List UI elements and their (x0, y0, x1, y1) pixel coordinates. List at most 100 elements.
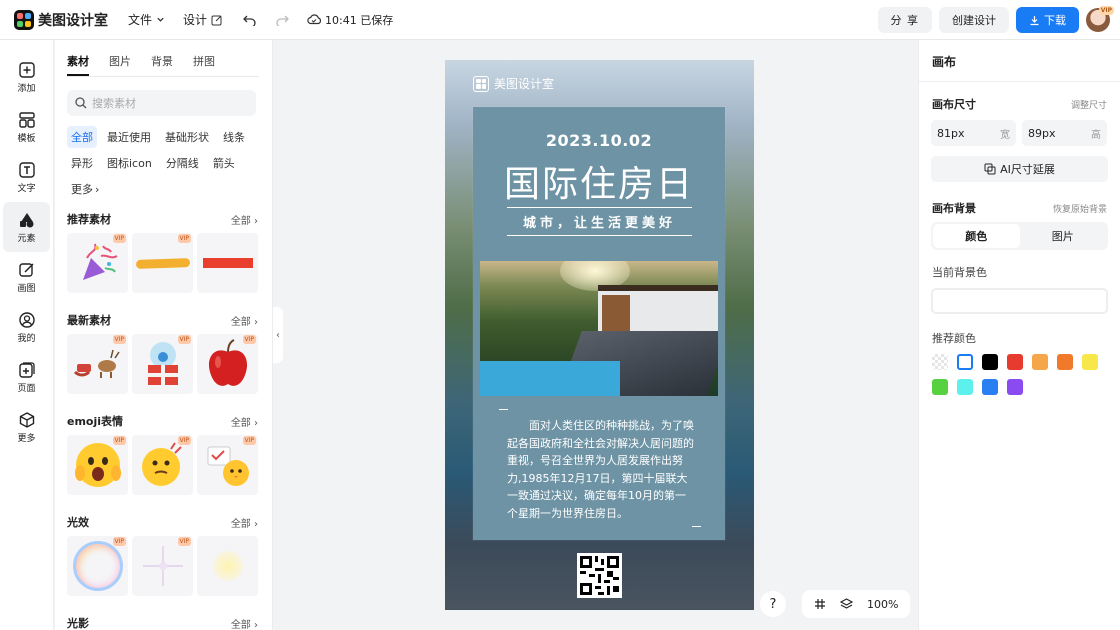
share-button[interactable]: 分 享 (877, 7, 932, 33)
color-swatch[interactable] (982, 354, 998, 370)
chip-arrows[interactable]: 箭头 (209, 152, 239, 174)
color-swatch[interactable] (1082, 354, 1098, 370)
section-all-link[interactable]: 全部 › (231, 515, 258, 530)
color-swatch[interactable] (957, 354, 973, 370)
chip-more[interactable]: 更多 › (67, 178, 103, 200)
plus-square-icon (18, 61, 35, 78)
asset-emoji-shocked[interactable]: VIP (67, 435, 128, 495)
layers-icon[interactable] (840, 598, 853, 610)
current-bg-swatch[interactable] (931, 288, 1108, 314)
chip-icons[interactable]: 图标icon (103, 152, 156, 174)
asset-glow[interactable] (197, 536, 258, 596)
recommended-label: 推荐颜色 (932, 332, 976, 345)
nav-more[interactable]: 更多 (0, 402, 53, 452)
chip-irregular[interactable]: 异形 (67, 152, 97, 174)
redo-button[interactable] (273, 11, 291, 29)
poster-subtitle[interactable]: 城市，让生活更美好 (507, 207, 692, 236)
color-swatch[interactable] (932, 354, 948, 370)
help-button[interactable]: ? (760, 591, 786, 617)
create-design-button[interactable]: 创建设计 (939, 7, 1009, 33)
nav-elements[interactable]: 元素 (3, 202, 50, 252)
design-canvas[interactable]: 美图设计室 2023.10.02 国际住房日 城市，让生活更美好 面对人类住区的… (445, 60, 754, 610)
ai-extend-button[interactable]: AI尺寸延展 (931, 156, 1108, 182)
chip-basic-shapes[interactable]: 基础形状 (161, 126, 213, 148)
color-swatch[interactable] (1007, 379, 1023, 395)
chip-recent[interactable]: 最近使用 (103, 126, 155, 148)
nav-text[interactable]: 文字 (0, 152, 53, 202)
nav-template[interactable]: 模板 (0, 102, 53, 152)
nav-page[interactable]: 页面 (0, 352, 53, 402)
app-logo[interactable]: 美图设计室 (14, 9, 108, 30)
zoom-level[interactable]: 100% (867, 598, 898, 611)
asset-reindeer-sleigh[interactable]: VIP (67, 334, 128, 394)
canvas-brand: 美图设计室 (473, 75, 554, 92)
template-icon (18, 111, 35, 128)
design-menu[interactable]: 设计 (183, 11, 223, 28)
width-input[interactable]: 81px 宽 (931, 120, 1016, 146)
asset-emoji-thinking[interactable]: VIP (132, 435, 193, 495)
reset-bg-link[interactable]: 恢复原始背景 (1053, 202, 1107, 215)
qr-code[interactable] (577, 553, 622, 598)
asset-red-apple[interactable]: VIP (197, 334, 258, 394)
section-title: 最新素材 (67, 314, 111, 327)
adjust-size-link[interactable]: 调整尺寸 (1071, 98, 1107, 111)
current-bg-label: 当前背景色 (932, 266, 987, 279)
nav-draw[interactable]: 画图 (0, 252, 53, 302)
section-all-link[interactable]: 全部 › (231, 313, 258, 328)
download-button[interactable]: 下载 (1016, 7, 1079, 33)
chevron-right-icon: › (95, 182, 100, 196)
bg-image-tab[interactable]: 图片 (1020, 224, 1107, 248)
height-unit: 高 (1091, 129, 1101, 141)
asset-bubble[interactable]: VIP (67, 536, 128, 596)
design-menu-label: 设计 (183, 13, 208, 27)
draw-icon (18, 262, 34, 277)
tab-images[interactable]: 图片 (109, 53, 131, 76)
nav-mine[interactable]: 我的 (0, 302, 53, 352)
vip-badge: VIP (112, 234, 126, 243)
asset-sparkle[interactable]: VIP (132, 536, 193, 596)
section-all-link[interactable]: 全部 › (231, 212, 258, 227)
tab-backgrounds[interactable]: 背景 (151, 53, 173, 76)
canvas-brand-text: 美图设计室 (494, 77, 555, 91)
tab-collage[interactable]: 拼图 (193, 53, 215, 76)
poster-headline[interactable]: 国际住房日 (473, 155, 725, 207)
search-input[interactable]: 搜索素材 (67, 90, 256, 116)
width-unit: 宽 (1000, 129, 1010, 141)
undo-button[interactable] (241, 11, 259, 29)
tab-materials[interactable]: 素材 (67, 53, 89, 76)
section-all-link[interactable]: 全部 › (231, 616, 258, 630)
user-avatar[interactable]: VIP (1086, 6, 1114, 32)
file-menu[interactable]: 文件 (128, 11, 165, 28)
save-status-text: 10:41 已保存 (325, 13, 394, 27)
color-swatch[interactable] (982, 379, 998, 395)
all-label: 全部 (230, 417, 251, 429)
shapes-icon (19, 212, 33, 227)
nav-add[interactable]: 添加 (0, 52, 53, 102)
chip-all[interactable]: 全部 (67, 126, 97, 148)
color-swatch[interactable] (957, 379, 973, 395)
height-input[interactable]: 89px 高 (1022, 120, 1107, 146)
asset-snow-globe-gift[interactable]: VIP (132, 334, 193, 394)
chick-emoji-icon (207, 446, 249, 486)
color-swatch[interactable] (932, 379, 948, 395)
asset-party-popper[interactable]: VIP (67, 233, 128, 293)
vip-badge: VIP (177, 234, 191, 243)
color-swatch[interactable] (1057, 354, 1073, 370)
chip-dividers[interactable]: 分隔线 (162, 152, 203, 174)
bg-color-tab[interactable]: 颜色 (933, 224, 1020, 248)
asset-brush-stroke[interactable]: VIP (132, 233, 193, 293)
poster-card[interactable]: 2023.10.02 国际住房日 城市，让生活更美好 面对人类住区的种种挑战，为… (473, 107, 725, 540)
grid-icon[interactable] (814, 598, 826, 610)
chevron-down-icon (157, 17, 164, 22)
color-swatch[interactable] (1007, 354, 1023, 370)
asset-red-bar[interactable] (197, 233, 258, 293)
asset-emoji-chick[interactable]: VIP (197, 435, 258, 495)
collapse-panel-button[interactable]: ‹ (273, 307, 283, 363)
poster-date[interactable]: 2023.10.02 (473, 131, 725, 150)
nav-page-label: 页面 (17, 383, 36, 394)
color-swatch[interactable] (1032, 354, 1048, 370)
chip-lines[interactable]: 线条 (219, 126, 249, 148)
section-all-link[interactable]: 全部 › (231, 414, 258, 429)
poster-photo[interactable] (480, 261, 718, 396)
poster-body-text[interactable]: 面对人类住区的种种挑战，为了唤起各国政府和全社会对解决人居问题的重视，号召全世界… (507, 417, 695, 522)
